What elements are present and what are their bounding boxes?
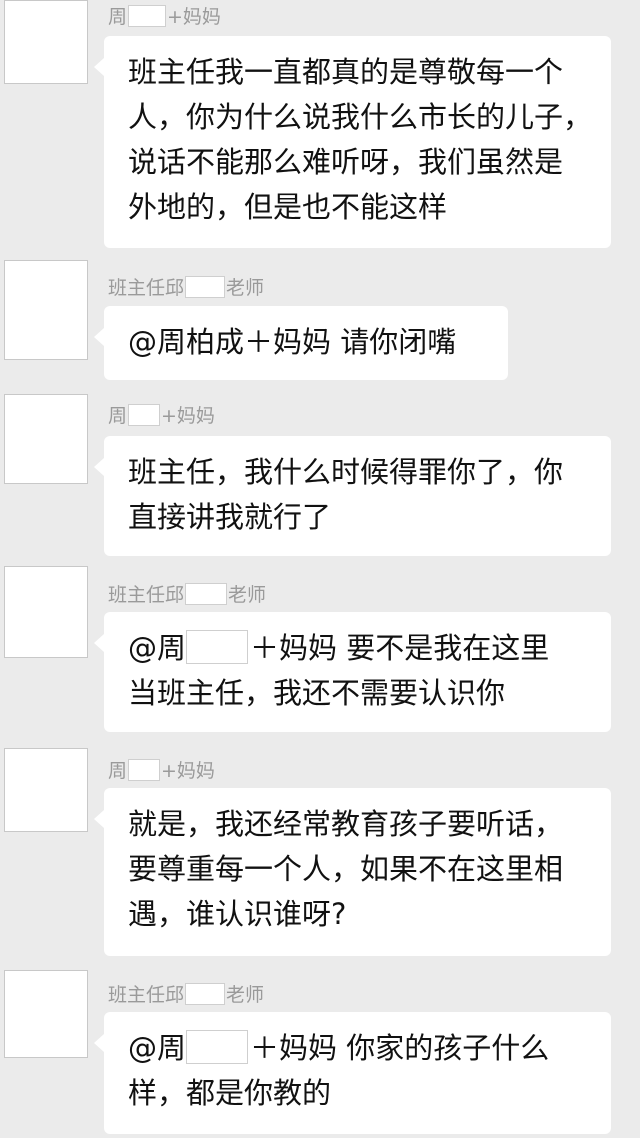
message-line: 班主任，我什么时候得罪你了，你	[128, 455, 564, 489]
redaction-box	[186, 630, 249, 664]
avatar[interactable]	[4, 748, 88, 832]
sender-name-end: +妈妈	[161, 405, 215, 427]
message-line: 要尊重每一个人，如果不在这里相	[128, 852, 564, 886]
avatar[interactable]	[4, 0, 88, 84]
sender-name-end: 老师	[226, 984, 265, 1006]
sender-name-end: 老师	[226, 277, 265, 299]
redaction-box	[128, 5, 167, 27]
message-bubble[interactable]: 班主任我一直都真的是尊敬每一个 人，你为什么说我什么市长的儿子， 说话不能那么难…	[94, 36, 611, 248]
message-line: @周 ＋妈妈 你家的孩子什么	[128, 1026, 589, 1071]
mention-rest: ＋妈妈 你家的孩子什么	[250, 1031, 550, 1065]
sender-name-end: +妈妈	[161, 760, 215, 782]
message-line: 直接讲我就行了	[128, 500, 332, 534]
sender-name-start: 班主任邱	[108, 984, 185, 1006]
sender-name: 班主任邱 老师	[108, 583, 267, 606]
message-line: 外地的，但是也不能这样	[128, 190, 448, 224]
sender-name: 周 +妈妈	[108, 404, 215, 427]
sender-name-start: 班主任邱	[108, 584, 185, 606]
sender-name: 班主任邱 老师	[108, 983, 265, 1006]
message-bubble[interactable]: @周柏成＋妈妈 请你闭嘴	[94, 306, 508, 380]
message-line: 样，都是你教的	[128, 1076, 332, 1110]
message-line: 班主任我一直都真的是尊敬每一个	[128, 55, 564, 89]
sender-name-start: 周	[108, 405, 128, 427]
message-bubble[interactable]: 班主任，我什么时候得罪你了，你 直接讲我就行了	[94, 436, 611, 556]
sender-name: 周 +妈妈	[108, 759, 215, 782]
sender-name: 周 +妈妈	[108, 5, 221, 28]
message-bubble[interactable]: @周 ＋妈妈 你家的孩子什么 样，都是你教的	[94, 1012, 611, 1134]
redaction-box	[185, 276, 226, 298]
message-line: 当班主任，我还不需要认识你	[128, 676, 506, 710]
sender-name-start: 班主任邱	[108, 277, 185, 299]
mention-start: @周	[128, 1031, 187, 1065]
avatar[interactable]	[4, 970, 88, 1058]
sender-name: 班主任邱 老师	[108, 276, 265, 299]
message-line: @周 ＋妈妈 要不是我在这里	[128, 626, 589, 671]
sender-name-end: +妈妈	[167, 6, 221, 28]
sender-name-start: 周	[108, 6, 128, 28]
message-line: @周柏成＋妈妈 请你闭嘴	[128, 325, 457, 359]
redaction-box	[186, 1030, 249, 1064]
mention-rest: ＋妈妈 要不是我在这里	[250, 631, 550, 665]
redaction-box	[128, 404, 161, 426]
avatar[interactable]	[4, 394, 88, 484]
sender-name-start: 周	[108, 760, 128, 782]
message-line: 遇，谁认识谁呀?	[128, 897, 347, 931]
sender-name-end: 老师	[228, 584, 267, 606]
avatar[interactable]	[4, 566, 88, 658]
redaction-box	[185, 983, 226, 1005]
message-bubble[interactable]: @周 ＋妈妈 要不是我在这里 当班主任，我还不需要认识你	[94, 612, 611, 732]
message-line: 说话不能那么难听呀，我们虽然是	[128, 145, 564, 179]
message-line: 就是，我还经常教育孩子要听话，	[128, 807, 564, 841]
redaction-box	[128, 759, 161, 781]
mention-start: @周	[128, 631, 187, 665]
message-line: 人，你为什么说我什么市长的儿子，	[128, 100, 593, 134]
redaction-box	[185, 583, 228, 605]
message-bubble[interactable]: 就是，我还经常教育孩子要听话， 要尊重每一个人，如果不在这里相 遇，谁认识谁呀?	[94, 788, 611, 956]
avatar[interactable]	[4, 260, 88, 360]
